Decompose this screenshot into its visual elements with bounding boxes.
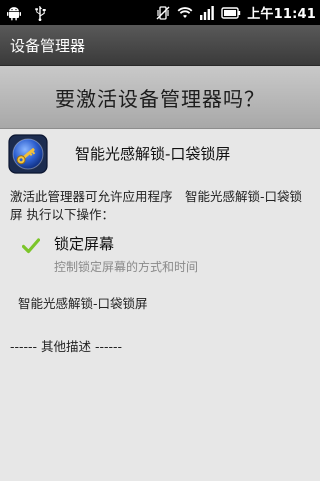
app-description: 智能光感解锁-口袋锁屏 [18, 296, 148, 311]
status-bar: 上午11:41 [0, 0, 320, 25]
permission-description: 控制锁定屏幕的方式和时间 [54, 260, 199, 274]
window-title: 设备管理器 [10, 36, 86, 55]
app-key-icon [8, 134, 48, 174]
usb-icon [35, 5, 46, 21]
title-bar: 设备管理器 [0, 25, 320, 66]
status-clock: 11:41 [273, 7, 316, 22]
check-icon [22, 238, 40, 254]
app-row: 智能光感解锁-口袋锁屏 [0, 130, 320, 178]
activate-banner: 要激活设备管理器吗？ [0, 66, 320, 129]
vibrate-off-icon [156, 5, 170, 20]
status-am-pm: 上午 [247, 7, 274, 22]
app-name: 智能光感解锁-口袋锁屏 [75, 145, 231, 163]
battery-icon [221, 6, 241, 19]
permission-title: 锁定屏幕 [54, 235, 115, 253]
activate-question: 要激活设备管理器吗？ [55, 86, 265, 111]
intro-text: 激活此管理器可允许应用程序 智能光感解锁-口袋锁屏 执行以下操作： [10, 189, 303, 222]
android-icon [7, 6, 21, 20]
status-time: 上午11:41 [247, 3, 316, 22]
signal-icon [200, 5, 215, 20]
other-description: ------ 其他描述 ------ [10, 339, 123, 354]
wifi-icon [177, 6, 193, 18]
